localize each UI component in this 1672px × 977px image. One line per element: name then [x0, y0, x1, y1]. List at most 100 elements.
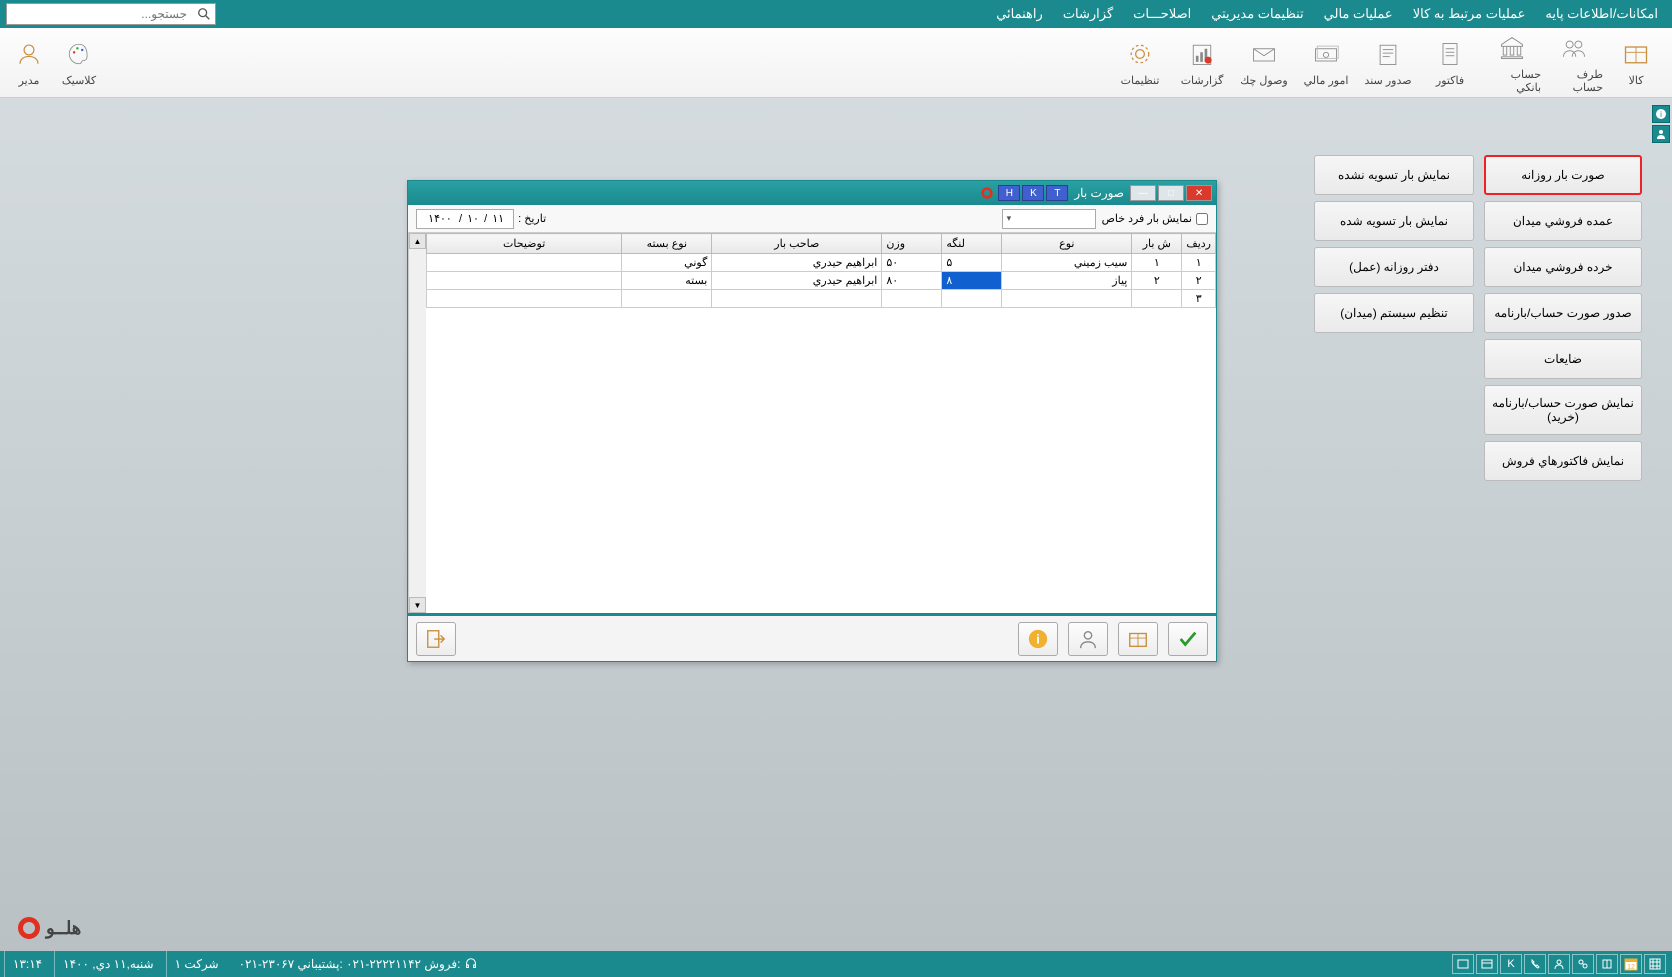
close-button[interactable]: ✕ — [1186, 185, 1212, 201]
date-input[interactable]: / / — [416, 209, 514, 229]
table-cell[interactable] — [427, 254, 622, 272]
tb-btn-k[interactable]: K — [1022, 185, 1044, 201]
side-btn-view-statement[interactable]: نمايش صورت حساب/بارنامه (خريد) — [1484, 385, 1642, 435]
toolbar-btn-goods[interactable]: کالا — [1606, 31, 1666, 95]
table-cell[interactable]: ۲ — [1182, 272, 1216, 290]
table-cell[interactable] — [712, 290, 882, 308]
filter-person-checkbox[interactable]: نمايش بار فرد خاص — [1102, 212, 1208, 225]
table-cell[interactable]: ۱ — [1182, 254, 1216, 272]
table-row[interactable]: ۲۲پياز۸۸۰ابراهيم حيدريبسته — [427, 272, 1216, 290]
tray-icon-user[interactable] — [1548, 954, 1570, 974]
scroll-up[interactable]: ▲ — [409, 233, 426, 249]
table-cell[interactable]: پياز — [1002, 272, 1132, 290]
tb-btn-t[interactable]: T — [1046, 185, 1068, 201]
tb-btn-h[interactable]: H — [998, 185, 1020, 201]
table-row[interactable]: ۱۱سيب زميني۵۵۰ابراهيم حيدريگوني — [427, 254, 1216, 272]
col-header-owner[interactable]: صاحب بار — [712, 234, 882, 254]
col-header-type[interactable]: نوع — [1002, 234, 1132, 254]
search-box[interactable] — [6, 3, 216, 25]
toolbar-btn-cheque[interactable]: وصول چك — [1234, 31, 1294, 95]
tray-icon-grid[interactable] — [1644, 954, 1666, 974]
table-cell[interactable] — [622, 290, 712, 308]
table-cell[interactable]: ابراهيم حيدري — [712, 272, 882, 290]
table-cell[interactable]: ۸۰ — [882, 272, 942, 290]
maximize-button[interactable]: □ — [1158, 185, 1184, 201]
toolbar-btn-account[interactable]: طرف حساب — [1544, 31, 1604, 95]
menu-item-6[interactable]: راهنمائي — [988, 2, 1051, 26]
tray-icon-link[interactable] — [1572, 954, 1594, 974]
side-btn-unsettled[interactable]: نمايش بار تسويه نشده — [1314, 155, 1474, 195]
person-button[interactable] — [1068, 622, 1108, 656]
search-input[interactable] — [7, 7, 193, 21]
col-header-loadno[interactable]: ش بار — [1132, 234, 1182, 254]
quick-icon-user[interactable] — [1652, 125, 1670, 143]
date-month[interactable] — [462, 213, 484, 225]
toolbar-btn-reports[interactable]: گزارشات — [1172, 31, 1232, 95]
tray-icon-k[interactable]: K — [1500, 954, 1522, 974]
side-btn-daily-load[interactable]: صورت بار روزانه — [1484, 155, 1642, 195]
info-button[interactable]: i — [1018, 622, 1058, 656]
side-btn-waste[interactable]: ضايعات — [1484, 339, 1642, 379]
date-day[interactable] — [487, 213, 509, 225]
toolbar-btn-bank[interactable]: حساب بانکي — [1482, 31, 1542, 95]
side-btn-wholesale[interactable]: عمده فروشي ميدان — [1484, 201, 1642, 241]
tray-icon-book[interactable] — [1596, 954, 1618, 974]
side-btn-settled[interactable]: نمايش بار تسويه شده — [1314, 201, 1474, 241]
table-cell[interactable]: سيب زميني — [1002, 254, 1132, 272]
confirm-button[interactable] — [1168, 622, 1208, 656]
toolbar-btn-invoice[interactable]: فاکتور — [1420, 31, 1480, 95]
toolbar-btn-theme[interactable]: کلاسيک — [56, 31, 102, 95]
tray-icon-2[interactable] — [1476, 954, 1498, 974]
menu-item-0[interactable]: امکانات/اطلاعات پايه — [1537, 2, 1666, 26]
table-cell[interactable]: ابراهيم حيدري — [712, 254, 882, 272]
col-header-packtype[interactable]: نوع بسته — [622, 234, 712, 254]
table-cell[interactable]: ۲ — [1132, 272, 1182, 290]
load-grid[interactable]: رديف ش بار نوع لنگه وزن صاحب بار نوع بست… — [426, 233, 1216, 613]
exit-button[interactable] — [416, 622, 456, 656]
quick-icon-info[interactable]: i — [1652, 105, 1670, 123]
col-header-weight[interactable]: وزن — [882, 234, 942, 254]
tray-icon-phone[interactable] — [1524, 954, 1546, 974]
menu-item-1[interactable]: عمليات مرتبط به کالا — [1405, 2, 1534, 26]
date-year[interactable] — [421, 213, 459, 225]
table-cell[interactable] — [1132, 290, 1182, 308]
col-header-lenge[interactable]: لنگه — [942, 234, 1002, 254]
table-cell[interactable] — [882, 290, 942, 308]
table-cell[interactable] — [1002, 290, 1132, 308]
table-cell[interactable]: ۱ — [1132, 254, 1182, 272]
toolbar-btn-finance[interactable]: امور مالي — [1296, 31, 1356, 95]
table-cell[interactable] — [427, 290, 622, 308]
tray-icon-1[interactable] — [1452, 954, 1474, 974]
toolbar-btn-voucher[interactable]: صدور سند — [1358, 31, 1418, 95]
filter-person-dropdown[interactable] — [1002, 209, 1096, 229]
table-cell[interactable] — [427, 272, 622, 290]
side-btn-issue-statement[interactable]: صدور صورت حساب/بارنامه — [1484, 293, 1642, 333]
tray-icon-calendar[interactable]: 12 — [1620, 954, 1642, 974]
toolbar-btn-settings[interactable]: تنظيمات — [1110, 31, 1170, 95]
goods-button[interactable] — [1118, 622, 1158, 656]
col-header-notes[interactable]: توضيحات — [427, 234, 622, 254]
menu-item-5[interactable]: گزارشات — [1055, 2, 1121, 26]
table-cell[interactable]: ۵۰ — [882, 254, 942, 272]
table-row[interactable]: ۳ — [427, 290, 1216, 308]
menu-item-4[interactable]: اصلاحـــات — [1125, 2, 1199, 26]
table-cell[interactable]: ۸ — [942, 272, 1002, 290]
side-btn-retail[interactable]: خرده فروشي ميدان — [1484, 247, 1642, 287]
table-cell[interactable]: گوني — [622, 254, 712, 272]
menu-item-2[interactable]: عمليات مالي — [1316, 2, 1401, 26]
side-btn-system-config[interactable]: تنظيم سيستم (ميدان) — [1314, 293, 1474, 333]
table-cell[interactable]: بسته — [622, 272, 712, 290]
dialog-titlebar[interactable]: ✕ □ — صورت بار T K H — [408, 181, 1216, 205]
table-cell[interactable]: ۵ — [942, 254, 1002, 272]
scroll-down[interactable]: ▼ — [409, 597, 426, 613]
menu-item-3[interactable]: تنظيمات مديريتي — [1203, 2, 1311, 26]
toolbar-btn-admin[interactable]: مدير — [6, 31, 52, 95]
grid-scrollbar[interactable]: ▲ ▼ — [408, 233, 426, 613]
filter-person-checkbox-input[interactable] — [1196, 213, 1208, 225]
table-cell[interactable] — [942, 290, 1002, 308]
col-header-row[interactable]: رديف — [1182, 234, 1216, 254]
side-btn-daily-book[interactable]: دفتر روزانه (عمل) — [1314, 247, 1474, 287]
table-cell[interactable]: ۳ — [1182, 290, 1216, 308]
minimize-button[interactable]: — — [1130, 185, 1156, 201]
side-btn-view-invoices[interactable]: نمايش فاكتورهاي فروش — [1484, 441, 1642, 481]
